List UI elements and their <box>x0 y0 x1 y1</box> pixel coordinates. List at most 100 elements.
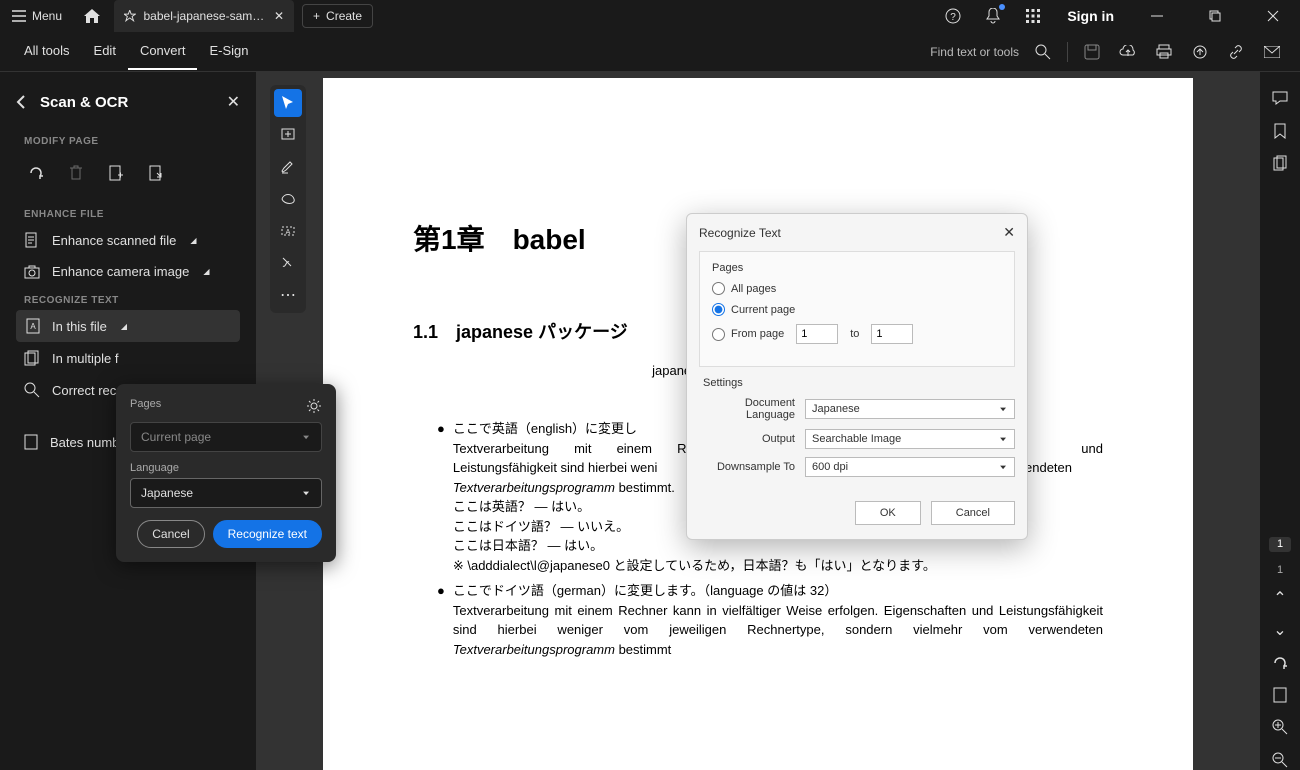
radio-input[interactable] <box>712 282 725 295</box>
enhance-scanned-button[interactable]: Enhance scanned file◢ <box>0 224 256 256</box>
notification-dot <box>999 4 1005 10</box>
total-pages: 1 <box>1277 564 1283 576</box>
text: Textverarbeitungsprogramm <box>453 480 615 495</box>
bookmark-icon <box>1274 123 1286 139</box>
bookmarks-button[interactable] <box>1266 120 1294 140</box>
cloud-button[interactable] <box>1112 36 1144 68</box>
cancel-button[interactable]: Cancel <box>931 501 1015 525</box>
bullet-marker: ● <box>437 581 445 659</box>
close-tab-icon[interactable]: ✕ <box>274 9 284 23</box>
in-multiple-files-button[interactable]: In multiple f <box>0 342 256 374</box>
add-comment-icon <box>281 128 295 142</box>
recognize-text-button[interactable]: Recognize text <box>213 520 322 548</box>
draw-free-tool[interactable] <box>274 185 302 213</box>
cloud-upload-icon <box>1119 45 1137 59</box>
thumbnails-button[interactable] <box>1266 153 1294 173</box>
svg-text:A: A <box>30 322 36 331</box>
minimize-button[interactable] <box>1134 2 1180 30</box>
highlight-tool[interactable] <box>274 153 302 181</box>
back-icon[interactable] <box>16 95 28 109</box>
add-text-tool[interactable] <box>274 121 302 149</box>
save-button[interactable] <box>1076 36 1108 68</box>
language-select[interactable]: Japanese ▼ <box>130 478 322 508</box>
toolbar-tabs: All tools Edit Convert E-Sign <box>0 33 261 70</box>
text: ここで英語（english）に変更し <box>453 421 637 436</box>
email-button[interactable] <box>1256 36 1288 68</box>
doc-bullet-2: ● ここでドイツ語（german）に変更します。（language の値は 32… <box>413 581 1103 659</box>
document-tab[interactable]: babel-japanese-sample. ✕ <box>114 0 294 32</box>
rotate-view-button[interactable] <box>1266 652 1294 672</box>
comments-button[interactable] <box>1266 88 1294 108</box>
svg-text:A: A <box>286 229 291 236</box>
close-window-button[interactable] <box>1250 2 1296 30</box>
fit-page-icon <box>1273 687 1287 703</box>
zoom-out-button[interactable] <box>1266 750 1294 770</box>
settings-button[interactable] <box>306 398 322 414</box>
from-page-input[interactable] <box>796 324 838 344</box>
downsample-select[interactable]: 600 dpi▼ <box>805 457 1015 477</box>
radio-all-pages[interactable]: All pages <box>712 282 1002 295</box>
ok-button[interactable]: OK <box>855 501 921 525</box>
recognize-options-popup: Pages Current page ▼ Language Japanese ▼… <box>116 384 336 562</box>
help-button[interactable]: ? <box>939 2 967 30</box>
sign-tool[interactable] <box>274 249 302 277</box>
menu-button[interactable]: Menu <box>0 0 74 32</box>
current-page-input[interactable]: 1 <box>1269 537 1291 552</box>
search-button[interactable] <box>1027 36 1059 68</box>
text-box-tool[interactable]: A <box>274 217 302 245</box>
sidebar-title: Scan & OCR <box>40 94 128 111</box>
create-button[interactable]: + Create <box>302 4 373 28</box>
hamburger-icon <box>12 10 26 22</box>
delete-button[interactable] <box>64 161 88 185</box>
fit-page-button[interactable] <box>1266 685 1294 705</box>
to-page-input[interactable] <box>871 324 913 344</box>
tab-convert[interactable]: Convert <box>128 33 198 70</box>
downsample-value: 600 dpi <box>812 461 848 473</box>
in-this-file-button[interactable]: A In this file◢ <box>16 310 240 342</box>
setting-doc-language: Document Language Japanese▼ <box>699 397 1015 421</box>
enhance-camera-button[interactable]: Enhance camera image◢ <box>0 256 256 287</box>
apps-button[interactable] <box>1019 2 1047 30</box>
select-tool[interactable] <box>274 89 302 117</box>
comment-icon <box>1272 91 1288 105</box>
output-select[interactable]: Searchable Image▼ <box>805 429 1015 449</box>
language-value: Japanese <box>141 486 193 500</box>
search-icon <box>24 382 40 398</box>
share-button[interactable] <box>1184 36 1216 68</box>
text: ここは英語？ — はい。 <box>453 499 590 514</box>
radio-from-page[interactable]: From page to <box>712 324 1002 344</box>
in-this-file-label: In this file <box>52 319 107 334</box>
insert-page-button[interactable] <box>104 161 128 185</box>
print-button[interactable] <box>1148 36 1180 68</box>
pages-value: Current page <box>141 430 211 444</box>
camera-icon <box>24 265 40 279</box>
notifications-button[interactable] <box>979 2 1007 30</box>
extract-page-button[interactable] <box>144 161 168 185</box>
radio-input[interactable] <box>712 328 725 341</box>
maximize-button[interactable] <box>1192 2 1238 30</box>
cursor-icon <box>281 95 295 111</box>
zoom-in-button[interactable] <box>1266 717 1294 737</box>
more-tools[interactable]: ⋯ <box>274 281 302 309</box>
tab-edit[interactable]: Edit <box>82 33 128 70</box>
pages-select[interactable]: Current page ▼ <box>130 422 322 452</box>
sidebar-close-button[interactable]: ✕ <box>227 92 240 112</box>
signin-button[interactable]: Sign in <box>1059 8 1122 24</box>
sidebar-header: Scan & OCR ✕ <box>0 84 256 128</box>
tab-all-tools[interactable]: All tools <box>12 33 82 70</box>
tab-esign[interactable]: E-Sign <box>197 33 260 70</box>
chevron-down-icon: ▼ <box>301 434 311 441</box>
doc-language-select[interactable]: Japanese▼ <box>805 399 1015 419</box>
document-icon <box>24 232 40 248</box>
radio-input[interactable] <box>712 303 725 316</box>
page-up-button[interactable]: ⌃ <box>1266 588 1294 608</box>
cancel-button[interactable]: Cancel <box>137 520 204 548</box>
pages-label: Pages <box>712 262 1002 274</box>
rotate-button[interactable] <box>24 161 48 185</box>
radio-current-page[interactable]: Current page <box>712 303 1002 316</box>
home-button[interactable] <box>74 0 110 32</box>
dialog-close-button[interactable]: ✕ <box>1003 224 1015 241</box>
page-down-button[interactable]: ⌄ <box>1266 620 1294 640</box>
link-button[interactable] <box>1220 36 1252 68</box>
document-icon <box>24 434 38 450</box>
